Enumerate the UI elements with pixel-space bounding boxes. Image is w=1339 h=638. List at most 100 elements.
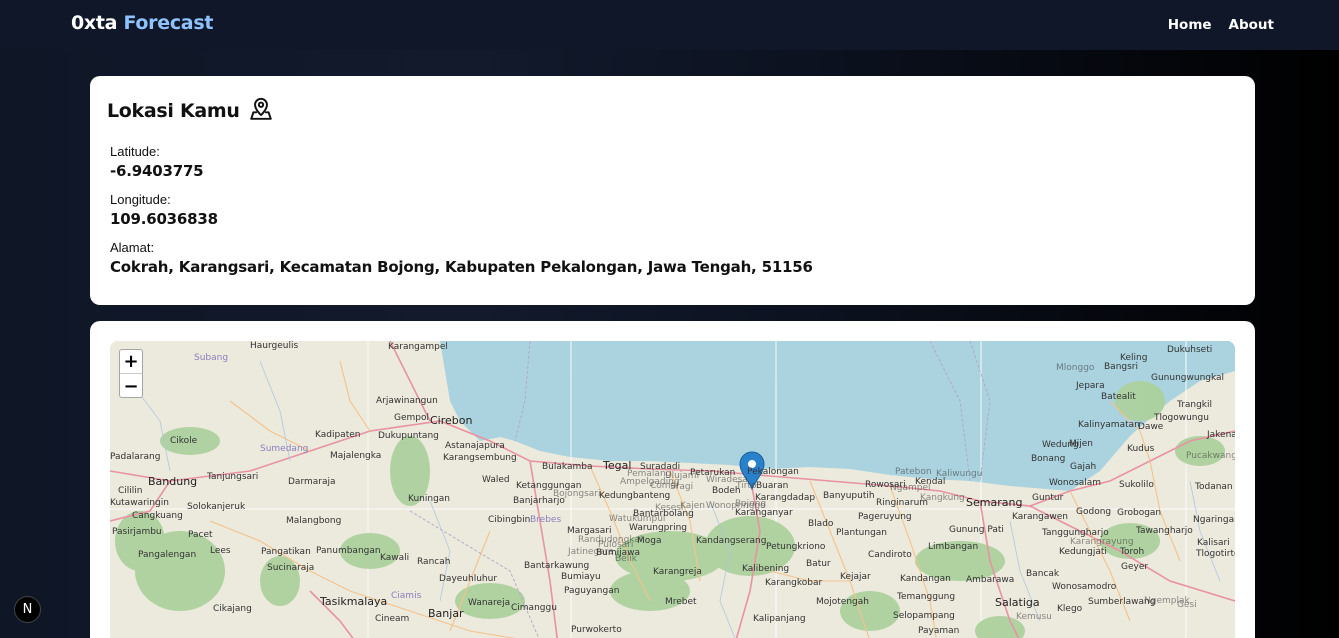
map-place-label: Kedungbanteng bbox=[599, 491, 671, 501]
map-place-label: Limbangan bbox=[928, 542, 979, 552]
map-pin-icon bbox=[248, 95, 274, 126]
map-place-label: Kaliwungu bbox=[936, 469, 983, 479]
map-place-label: Bojongsari bbox=[553, 489, 601, 499]
map-place-label: Haurgeulis bbox=[250, 341, 299, 351]
map-place-label: Blado bbox=[808, 519, 834, 529]
map-place-label: Gesi bbox=[1177, 600, 1197, 610]
map-place-label: Pageruyung bbox=[858, 512, 912, 522]
map-place-label: Ngaringan bbox=[1193, 515, 1235, 525]
map-place-label: Lees bbox=[210, 546, 231, 556]
map-place-label: Purwokerto bbox=[571, 625, 622, 635]
map-place-label: Dukupuntang bbox=[378, 431, 439, 441]
map-place-label: Semarang bbox=[966, 496, 1023, 509]
map-place-label: Dayeuhluhur bbox=[439, 574, 498, 584]
map-place-label: Kalisari bbox=[1197, 538, 1230, 548]
map-place-label: Watukumpul bbox=[609, 514, 666, 524]
map-place-label: Bangsri bbox=[1104, 362, 1138, 372]
map-place-label: Salatiga bbox=[995, 596, 1040, 609]
map-place-label: Arjawinangun bbox=[376, 396, 438, 406]
map-place-label: Dawe bbox=[1138, 422, 1164, 432]
map-place-label: Tasikmalaya bbox=[320, 595, 388, 608]
map-place-label: Cikole bbox=[170, 436, 198, 446]
map-place-label: Tawangharjo bbox=[1136, 526, 1193, 536]
map-place-label: Petungkriono bbox=[766, 542, 826, 552]
map-place-label: Sukolilo bbox=[1119, 480, 1154, 490]
nav-about-link[interactable]: About bbox=[1229, 17, 1274, 33]
brand-part2: Forecast bbox=[123, 12, 214, 34]
map-place-label: Ulujami bbox=[665, 471, 700, 481]
map-place-label: Tlogowungu bbox=[1154, 413, 1209, 423]
map-place-label: Panumbangan bbox=[316, 546, 381, 556]
address-label: Alamat: bbox=[110, 240, 155, 255]
map-place-label: Mijen bbox=[1069, 439, 1094, 449]
map-place-label: Todanan bbox=[1195, 482, 1233, 492]
brand-logo[interactable]: 0xta Forecast bbox=[71, 12, 213, 34]
map-place-label: Selopampang bbox=[893, 611, 955, 621]
map-place-label: Pangatikan bbox=[261, 547, 311, 557]
map-place-label: Banjar bbox=[428, 607, 464, 620]
address-value: Cokrah, Karangsari, Kecamatan Bojong, Ka… bbox=[110, 258, 813, 276]
map-place-label: Astanajapura bbox=[445, 441, 505, 451]
map-place-label: Pacet bbox=[188, 530, 213, 540]
map-place-label: Karangkobar bbox=[765, 578, 823, 588]
map-place-label: Bonang bbox=[1031, 454, 1066, 464]
navbar: 0xta Forecast Home About bbox=[0, 0, 1339, 50]
map-place-label: Ambarawa bbox=[966, 575, 1015, 585]
map-place-label: Padalarang bbox=[110, 452, 161, 462]
map-place-label: Batealit bbox=[1101, 392, 1136, 402]
map-place-label: Bulakamba bbox=[542, 462, 593, 472]
map-place-label: Kajen bbox=[680, 501, 706, 511]
map-place-label: Kemusu bbox=[1016, 612, 1052, 622]
map-place-label: Wonosalam bbox=[1049, 478, 1102, 488]
framework-badge-letter: N bbox=[22, 602, 33, 617]
map-place-label: Bantarkawung bbox=[524, 561, 590, 571]
map-place-label: Tirto bbox=[736, 481, 757, 491]
map-place-label: Buaran bbox=[756, 481, 789, 491]
map-place-label: Kalinyamatan bbox=[1078, 420, 1140, 430]
map-place-label: Gempol bbox=[394, 413, 429, 423]
map-place-label: Warungpring bbox=[629, 523, 687, 533]
map-place-label: Temanggung bbox=[897, 592, 956, 602]
map-place-label: Mojotengah bbox=[816, 597, 869, 607]
map-place-label: Waled bbox=[482, 475, 510, 485]
map-place-label: Candiroto bbox=[868, 550, 912, 560]
map-place-label: Bandung bbox=[148, 475, 198, 488]
map-place-label: Cikajang bbox=[213, 604, 252, 614]
map-place-label: Klego bbox=[1057, 604, 1083, 614]
map-place-label: Cibingbin bbox=[488, 515, 531, 525]
map-place-label: Geyer bbox=[1121, 562, 1149, 572]
zoom-out-button[interactable]: − bbox=[120, 374, 142, 398]
map-place-label: Sucinaraja bbox=[267, 563, 315, 573]
map-place-label: Jakenan bbox=[1207, 430, 1235, 440]
nav-home-link[interactable]: Home bbox=[1168, 17, 1212, 33]
map-place-label: Toroh bbox=[1120, 547, 1145, 557]
map-place-label: Dukuhseti bbox=[1167, 345, 1213, 355]
map-place-label: Subang bbox=[194, 353, 229, 363]
map-place-label: Cangkuang bbox=[132, 511, 183, 521]
map-place-label: Rancah bbox=[417, 557, 451, 567]
map-place-label: Brebes bbox=[530, 515, 562, 525]
latitude-value: -6.9403775 bbox=[110, 162, 204, 180]
map-place-label: Kuningan bbox=[408, 494, 450, 504]
nav-links: Home About bbox=[1168, 17, 1274, 33]
map-place-label: Mlonggo bbox=[1056, 363, 1095, 373]
map-place-label: Guntur bbox=[1032, 493, 1064, 503]
zoom-in-button[interactable]: + bbox=[120, 350, 142, 374]
map-place-label: Banyuputih bbox=[823, 491, 875, 501]
map-place-label: Ciamis bbox=[391, 591, 422, 601]
map-place-label: Payaman bbox=[918, 626, 960, 636]
map-view[interactable]: + − Haurgeulis Karangampel Subang Arjawinan… bbox=[110, 341, 1235, 638]
map-place-label: Godong bbox=[1076, 507, 1112, 517]
map-place-label: Jepara bbox=[1076, 381, 1105, 391]
map-place-label: Wonosamodro bbox=[1052, 582, 1117, 592]
map-place-label: Darmaraja bbox=[288, 477, 336, 487]
map-place-label: Mrebet bbox=[665, 597, 697, 607]
map-place-label: Tanjungsari bbox=[207, 472, 259, 482]
map-place-label: Jatinegara bbox=[568, 547, 614, 557]
framework-badge[interactable]: N bbox=[14, 596, 41, 623]
map-place-label: Kudus bbox=[1127, 444, 1155, 454]
map-place-label: Kedungjati bbox=[1059, 547, 1107, 557]
map-place-label: Plantungan bbox=[836, 528, 888, 538]
map-place-label: Batur bbox=[806, 559, 831, 569]
map-place-label: Tlogotirto bbox=[1196, 549, 1235, 559]
